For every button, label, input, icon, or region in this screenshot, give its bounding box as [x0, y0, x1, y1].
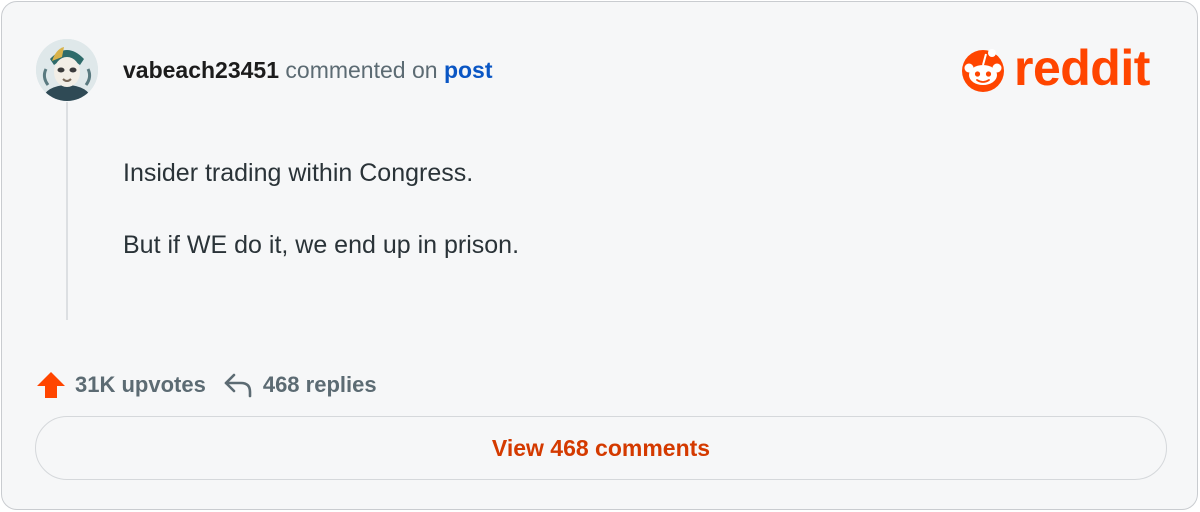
thread-line [66, 102, 68, 320]
avatar[interactable] [36, 39, 98, 101]
reddit-snoo-icon [962, 49, 1004, 92]
reddit-wordmark: reddit [1014, 40, 1150, 96]
reply-arrow-icon [224, 373, 252, 398]
view-comments-button[interactable]: View 468 comments [35, 416, 1167, 480]
post-link[interactable]: post [444, 57, 493, 83]
comment-paragraph: Insider trading within Congress. [123, 159, 474, 187]
username-link[interactable]: vabeach23451 [123, 57, 279, 83]
commented-on-text: commented on [285, 57, 438, 83]
comment-stats: 31K upvotes 468 replies [36, 368, 377, 402]
upvote-stat[interactable]: 31K upvotes [36, 370, 206, 400]
comment-header: vabeach23451 commented on post [123, 56, 493, 84]
avatar-image [36, 39, 98, 101]
replies-stat[interactable]: 468 replies [223, 372, 377, 398]
reddit-logo[interactable]: reddit [958, 40, 1172, 96]
comment-paragraph: But if WE do it, we end up in prison. [123, 231, 520, 259]
comment-card: vabeach23451 commented on post reddit In… [1, 1, 1198, 510]
reply-count: 468 replies [262, 372, 377, 397]
comment-body: Insider trading within Congress. But if … [123, 158, 1023, 302]
upvote-count: 31K upvotes [75, 372, 206, 397]
upvote-arrow-icon [37, 372, 65, 398]
